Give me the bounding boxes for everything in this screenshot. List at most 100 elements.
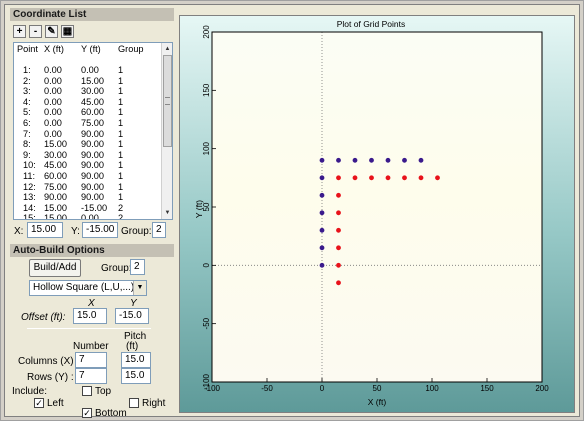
group-2-point (336, 245, 341, 251)
list-item[interactable]: 10: 45.00 90.00 1 (14, 160, 162, 171)
scroll-down-icon[interactable]: ▼ (163, 208, 172, 218)
offset-y-input[interactable]: -15.0 (115, 308, 149, 324)
group-2-point (402, 175, 407, 181)
y-tick-label: 200 (202, 25, 211, 39)
y-tick-label: 100 (202, 141, 211, 155)
y-cell: 90.00 (81, 160, 104, 171)
group-cell: 2 (118, 213, 124, 220)
y-tick-label: 0 (202, 263, 211, 268)
columns-number-input[interactable]: 7 (75, 352, 107, 368)
group-1-point (319, 157, 325, 163)
list-item[interactable]: 1: 0.00 0.00 1 (14, 65, 162, 76)
include-label: Include: (12, 386, 48, 397)
x-tick-label: 200 (535, 384, 549, 393)
scroll-up-icon[interactable]: ▲ (163, 44, 172, 54)
rows-pitch-input[interactable]: 15.0 (121, 368, 151, 384)
y-tick-label: 150 (202, 83, 211, 97)
y-cell: 90.00 (81, 139, 104, 150)
scroll-thumb[interactable] (163, 55, 172, 147)
right-checkbox[interactable] (129, 398, 139, 408)
bottom-checkbox[interactable]: ✓ (82, 408, 92, 418)
shape-select-value: Hollow Square (L,U,...) (33, 282, 135, 293)
chevron-down-icon[interactable]: ▼ (133, 281, 146, 295)
list-item[interactable]: 3: 0.00 30.00 1 (14, 86, 162, 97)
build-add-button[interactable]: Build/Add (29, 259, 81, 277)
point-cell: 12: (23, 181, 36, 192)
list-item[interactable]: 13: 90.00 90.00 1 (14, 192, 162, 203)
list-item[interactable]: 12: 75.00 90.00 1 (14, 182, 162, 193)
x-cell: 45.00 (44, 160, 67, 171)
edit-point-icon[interactable]: ✎ (45, 25, 58, 38)
point-cell: 14: (23, 202, 36, 213)
y-cell: 90.00 (81, 128, 104, 139)
top-label: Top (95, 386, 112, 397)
x-cell: 0.00 (44, 107, 62, 118)
x-tick-label: 150 (480, 384, 494, 393)
point-cell: 3: (23, 86, 31, 97)
x-cell: 90.00 (44, 192, 67, 203)
y-cell: 0.00 (81, 213, 99, 220)
list-item[interactable]: 14: 15.00 -15.00 2 (14, 203, 162, 214)
point-cell: 2: (23, 75, 31, 86)
list-scrollbar[interactable]: ▲ ▼ (161, 43, 172, 219)
x-cell: 15.00 (44, 202, 67, 213)
top-checkbox[interactable] (82, 386, 92, 396)
left-label: Left (47, 398, 64, 409)
x-axis-label: X (ft) (368, 397, 387, 407)
group-cell: 1 (118, 65, 124, 75)
list-item[interactable]: 15: 15.00 0.00 2 (14, 213, 162, 220)
shape-select[interactable]: Hollow Square (L,U,...) ▼ (29, 280, 147, 296)
list-item[interactable]: 2: 0.00 15.00 1 (14, 76, 162, 87)
list-item[interactable]: 7: 0.00 90.00 1 (14, 129, 162, 140)
point-cell: 11: (23, 170, 36, 181)
y-cell: 15.00 (81, 75, 104, 86)
x-cell: 0.00 (44, 117, 62, 128)
x-tick-label: -50 (261, 384, 273, 393)
build-group-label: Group: (101, 263, 132, 274)
coordinate-listbox[interactable]: Point X (ft) Y (ft) Group 1: 0.00 0.00 1 2: 0… (13, 42, 173, 220)
col-x: X (ft) (44, 44, 64, 54)
y-input[interactable]: -15.00 (82, 222, 118, 238)
group-cell: 2 (118, 202, 124, 213)
rows-number-input[interactable]: 7 (75, 368, 107, 384)
list-item[interactable]: 9: 30.00 90.00 1 (14, 150, 162, 161)
group-1-point (319, 262, 325, 268)
app-window: Coordinate List + - ✎ ▦ Point X (ft) Y (… (4, 4, 580, 419)
auto-build-header: Auto-Build Options (10, 244, 174, 257)
x-label: X: (14, 226, 24, 237)
group-2-point (369, 175, 374, 181)
bottom-label: Bottom (95, 408, 127, 419)
point-cell: 4: (23, 96, 31, 107)
point-cell: 10: (23, 160, 36, 171)
left-checkbox[interactable]: ✓ (34, 398, 44, 408)
offset-x-input[interactable]: 15.0 (73, 308, 107, 324)
group-1-point (385, 157, 391, 163)
point-cell: 8: (23, 139, 31, 150)
list-item[interactable]: 8: 15.00 90.00 1 (14, 139, 162, 150)
number-header: Number (73, 341, 109, 352)
list-item[interactable]: 4: 0.00 45.00 1 (14, 97, 162, 108)
add-point-button[interactable]: + (13, 25, 26, 38)
group-cell: 1 (118, 96, 124, 107)
group-input[interactable]: 2 (152, 222, 166, 238)
remove-point-button[interactable]: - (29, 25, 42, 38)
x-input[interactable]: 15.00 (27, 222, 63, 238)
columns-pitch-input[interactable]: 15.0 (121, 352, 151, 368)
table-icon[interactable]: ▦ (61, 25, 74, 38)
group-1-point (319, 210, 325, 216)
group-1-point (319, 192, 325, 198)
group-2-point (336, 175, 341, 181)
build-group-input[interactable]: 2 (130, 259, 145, 275)
list-item[interactable]: 6: 0.00 75.00 1 (14, 118, 162, 129)
offset-label: Offset (ft): (21, 312, 66, 323)
group-1-point (369, 157, 374, 163)
group-2-point (336, 227, 341, 233)
group-1-point (319, 175, 325, 181)
y-cell: 30.00 (81, 86, 104, 97)
point-cell: 1: (23, 65, 31, 75)
list-item[interactable]: 11: 60.00 90.00 1 (14, 171, 162, 182)
y-label: Y: (71, 226, 80, 237)
list-item[interactable]: 5: 0.00 60.00 1 (14, 107, 162, 118)
point-cell: 13: (23, 192, 36, 203)
x-cell: 75.00 (44, 181, 67, 192)
